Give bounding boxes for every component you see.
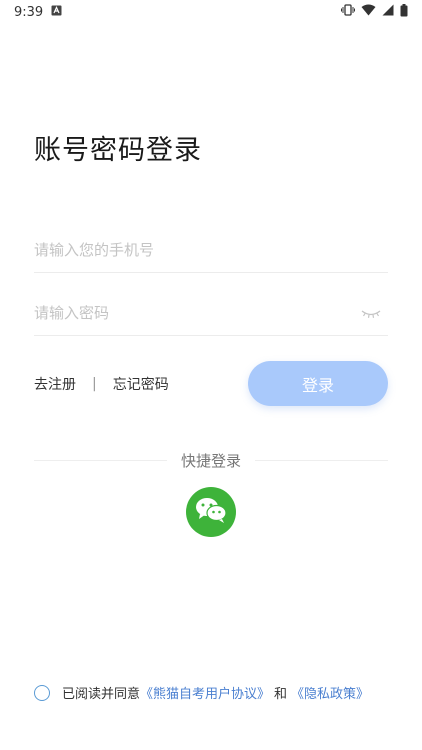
quick-login-label: 快捷登录 [181, 452, 242, 470]
agree-checkbox[interactable] [34, 684, 50, 701]
phone-input[interactable] [34, 241, 388, 259]
divider-line-left [34, 460, 167, 461]
battery-icon [400, 3, 408, 21]
links-divider: | [92, 376, 97, 392]
phone-field [34, 228, 388, 273]
agreement-row: 已阅读并同意 《熊猫自考用户协议》 和 《隐私政策》 [34, 683, 369, 702]
agreement-prefix: 已阅读并同意 [62, 687, 141, 702]
status-bar: 9:39 [0, 0, 422, 24]
status-left: 9:39 [14, 5, 62, 20]
notification-a-icon [51, 5, 62, 20]
wifi-icon [361, 4, 376, 20]
auth-links: 去注册 | 忘记密码 [34, 374, 169, 394]
eye-closed-icon[interactable] [360, 303, 382, 323]
password-input[interactable] [34, 304, 388, 322]
register-link[interactable]: 去注册 [34, 374, 76, 394]
status-time: 9:39 [14, 4, 44, 20]
agreement-and: 和 [274, 687, 288, 702]
signal-icon [382, 4, 394, 20]
privacy-policy-link[interactable]: 《隐私政策》 [291, 683, 369, 702]
user-agreement-link[interactable]: 《熊猫自考用户协议》 [140, 683, 270, 702]
wechat-icon [194, 495, 228, 529]
page-title: 账号密码登录 [34, 135, 202, 166]
wechat-login-button[interactable] [186, 487, 236, 537]
vibrate-icon [341, 4, 355, 20]
login-button[interactable]: 登录 [248, 361, 388, 406]
quick-login-divider: 快捷登录 [34, 450, 389, 471]
password-field [34, 291, 388, 336]
status-right [341, 3, 408, 21]
divider-line-right [255, 460, 389, 461]
forgot-password-link[interactable]: 忘记密码 [113, 374, 169, 394]
